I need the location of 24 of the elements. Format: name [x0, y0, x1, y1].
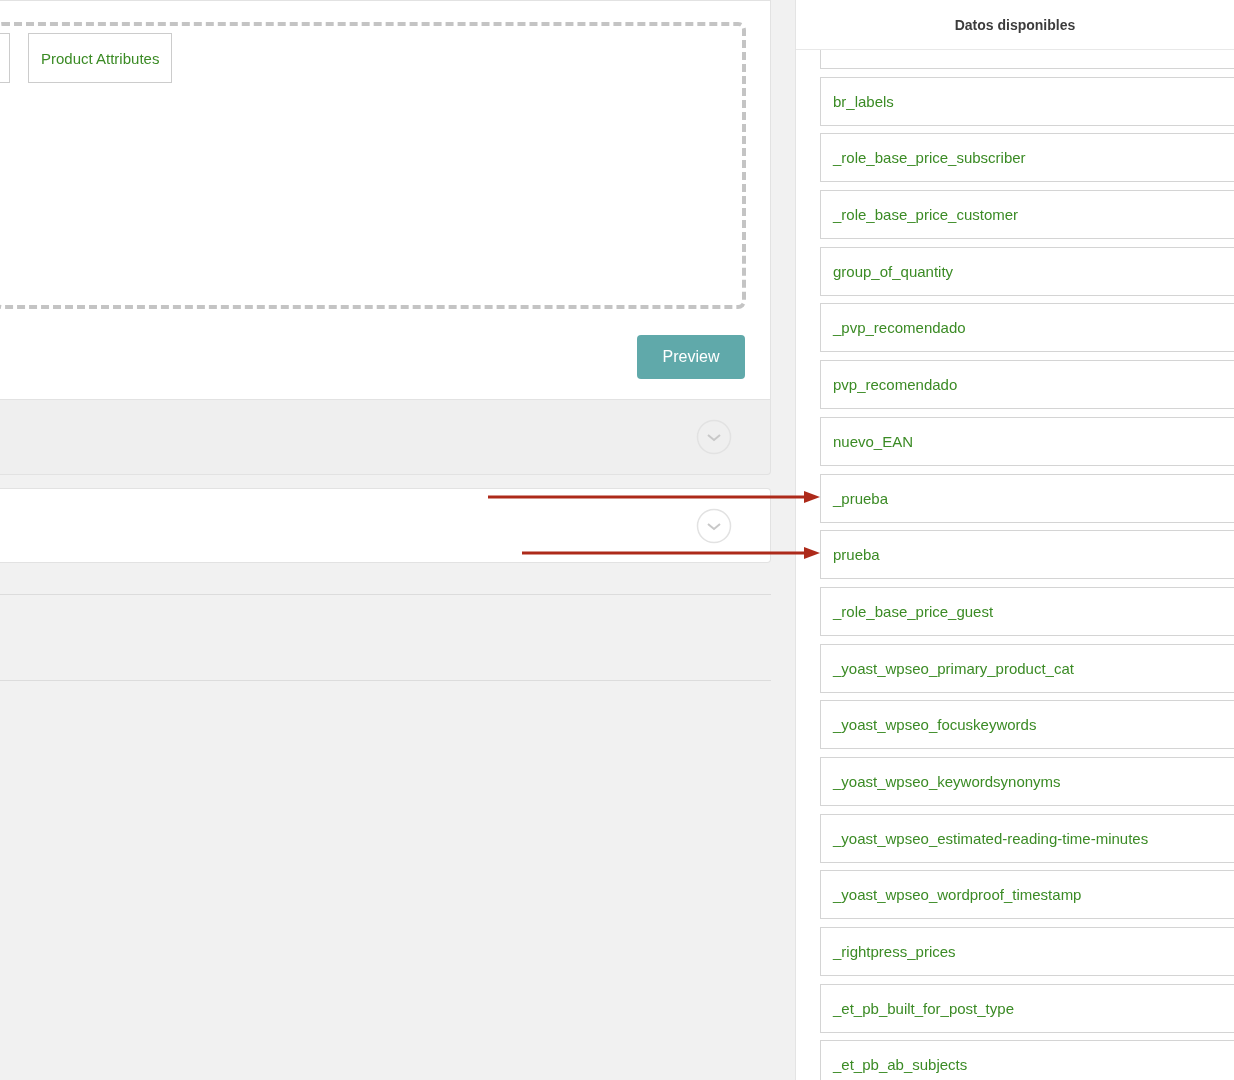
- field-item[interactable]: _yoast_wpseo_keywordsynonyms: [820, 756, 1234, 806]
- field-item[interactable]: _yoast_wpseo_primary_product_cat: [820, 643, 1234, 693]
- preview-button[interactable]: Preview: [637, 335, 745, 379]
- field-item[interactable]: _role_base_price_guest: [820, 586, 1234, 636]
- field-item[interactable]: _pvp_recomendado: [820, 303, 1234, 353]
- field-item[interactable]: _role_base_price_subscriber: [820, 133, 1234, 183]
- chevron-down-icon[interactable]: [696, 419, 732, 455]
- panel-title: Datos disponibles: [954, 16, 1076, 33]
- field-item[interactable]: group_of_quantity: [820, 246, 1234, 296]
- field-item[interactable]: _prueba: [820, 473, 1234, 523]
- field-item[interactable]: _yoast_wpseo_wordproof_timestamp: [820, 870, 1234, 920]
- button-edge[interactable]: [0, 33, 10, 83]
- attribute-button[interactable]: Product Attributes: [28, 33, 173, 83]
- field-item[interactable]: br_labels: [820, 76, 1234, 126]
- field-item[interactable]: _yoast_wpseo_focuskeywords: [820, 700, 1234, 750]
- field-item[interactable]: _et_pb_ab_subjects: [820, 1040, 1234, 1080]
- field-item[interactable]: _yoast_wpseo_estimated-reading-time-minutes: [820, 813, 1234, 863]
- field-item[interactable]: _role_base_price_customer: [820, 190, 1234, 240]
- field-item[interactable]: prueba: [820, 530, 1234, 580]
- chevron-down-icon[interactable]: [696, 507, 732, 544]
- field-item[interactable]: nuevo_EAN: [820, 416, 1234, 466]
- field-item[interactable]: _rightpress_prices: [820, 927, 1234, 976]
- field-item[interactable]: pvp_recomendado: [820, 360, 1234, 410]
- field-item[interactable]: _et_pb_built_for_post_type: [820, 983, 1234, 1033]
